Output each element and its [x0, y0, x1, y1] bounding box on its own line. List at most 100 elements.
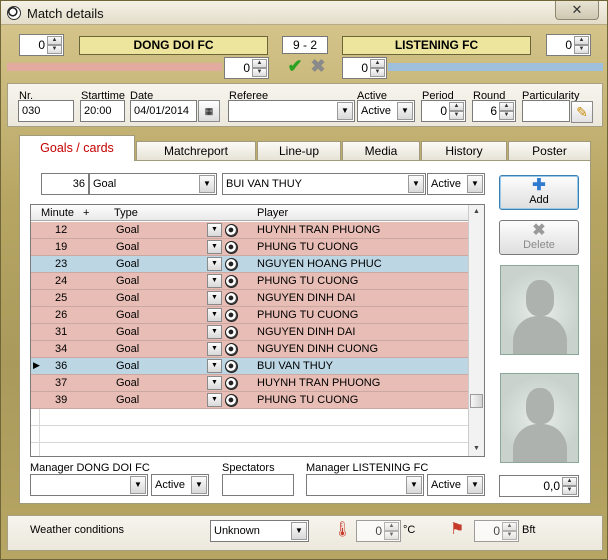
spin-down-icon[interactable]: ▼: [47, 45, 62, 54]
type-select[interactable]: Goal ▼: [89, 173, 217, 195]
spin-down-icon[interactable]: ▼: [384, 531, 399, 540]
active-select[interactable]: Active ▼: [357, 100, 415, 122]
round-spinner[interactable]: 6 ▲ ▼: [472, 100, 516, 122]
table-row[interactable]: 25 Goal ▼ NGUYEN DINH DAI: [31, 290, 468, 307]
chevron-down-icon[interactable]: ▼: [207, 376, 222, 390]
minute-input[interactable]: 36: [41, 173, 89, 195]
events-grid[interactable]: Minute + Type Player 12 Goal ▼ HUYNH TRAN P…: [30, 204, 485, 457]
away-manager-select[interactable]: ▼: [306, 474, 424, 496]
pencil-icon[interactable]: ✎: [571, 101, 593, 123]
chevron-down-icon[interactable]: ▼: [207, 257, 222, 271]
empty-row[interactable]: [31, 426, 468, 443]
chevron-down-icon[interactable]: ▼: [207, 274, 222, 288]
close-button[interactable]: ✕: [555, 1, 599, 20]
table-row[interactable]: 12 Goal ▼ HUYNH TRAN PHUONG: [31, 222, 468, 239]
particularity-field[interactable]: [522, 100, 570, 122]
away-score-spinner[interactable]: 0 ▲ ▼: [546, 34, 591, 56]
period-spinner[interactable]: 0 ▲ ▼: [421, 100, 466, 122]
weather-select[interactable]: Unknown ▼: [210, 520, 309, 542]
confirm-check-icon[interactable]: ✔: [285, 57, 305, 77]
spin-down-icon[interactable]: ▼: [252, 68, 267, 77]
chevron-down-icon[interactable]: ▼: [291, 522, 307, 540]
scroll-thumb[interactable]: [470, 394, 483, 408]
chevron-down-icon[interactable]: ▼: [207, 342, 222, 356]
table-row[interactable]: 34 Goal ▼ NGUYEN DINH CUONG: [31, 341, 468, 358]
tab-history[interactable]: History: [421, 141, 507, 160]
spin-down-icon[interactable]: ▼: [502, 531, 517, 540]
spin-up-icon[interactable]: ▲: [252, 59, 267, 68]
date-field[interactable]: 04/01/2014: [130, 100, 197, 122]
col-type[interactable]: Type: [114, 207, 138, 219]
home-subscore-spinner[interactable]: 0 ▲ ▼: [224, 57, 269, 79]
chevron-down-icon[interactable]: ▼: [191, 476, 207, 494]
calendar-icon[interactable]: ▦: [198, 100, 220, 122]
away-manager-status[interactable]: Active ▼: [427, 474, 485, 496]
table-row[interactable]: 24 Goal ▼ PHUNG TU CUONG: [31, 273, 468, 290]
chevron-down-icon[interactable]: ▼: [207, 325, 222, 339]
home-score-spinner[interactable]: 0 ▲ ▼: [19, 34, 64, 56]
starttime-field[interactable]: 20:00: [80, 100, 125, 122]
table-row[interactable]: 37 Goal ▼ HUYNH TRAN PHUONG: [31, 375, 468, 392]
cancel-x-icon[interactable]: ✖: [308, 57, 328, 77]
nr-field[interactable]: 030: [18, 100, 74, 122]
scroll-up-icon[interactable]: ▲: [469, 205, 484, 219]
chevron-down-icon[interactable]: ▼: [207, 223, 222, 237]
col-player[interactable]: Player: [257, 207, 288, 219]
delete-button[interactable]: ✖ Delete: [499, 220, 579, 255]
status-select[interactable]: Active ▼: [427, 173, 485, 195]
spin-up-icon[interactable]: ▲: [574, 36, 589, 45]
spin-up-icon[interactable]: ▲: [449, 102, 464, 111]
chevron-down-icon[interactable]: ▼: [467, 175, 483, 193]
scroll-down-icon[interactable]: ▼: [469, 442, 484, 456]
temperature-spinner[interactable]: 0 ▲ ▼: [356, 520, 401, 542]
spin-up-icon[interactable]: ▲: [562, 477, 577, 486]
home-manager-select[interactable]: ▼: [30, 474, 148, 496]
spin-down-icon[interactable]: ▼: [449, 111, 464, 120]
spin-down-icon[interactable]: ▼: [562, 486, 577, 495]
spin-up-icon[interactable]: ▲: [47, 36, 62, 45]
empty-row[interactable]: [31, 409, 468, 426]
spin-up-icon[interactable]: ▲: [384, 522, 399, 531]
spin-down-icon[interactable]: ▼: [499, 111, 514, 120]
player-select[interactable]: BUI VAN THUY ▼: [222, 173, 426, 195]
chevron-down-icon[interactable]: ▼: [408, 175, 424, 193]
col-minute[interactable]: Minute: [41, 207, 74, 219]
grid-scrollbar[interactable]: ▲ ▼: [468, 205, 484, 456]
table-row[interactable]: 23 Goal ▼ NGUYEN HOANG PHUC: [31, 256, 468, 273]
chevron-down-icon[interactable]: ▼: [199, 175, 215, 193]
add-button[interactable]: ✚ Add: [499, 175, 579, 210]
chevron-down-icon[interactable]: ▼: [207, 393, 222, 407]
chevron-down-icon[interactable]: ▼: [130, 476, 146, 494]
spin-down-icon[interactable]: ▼: [574, 45, 589, 54]
table-row[interactable]: 26 Goal ▼ PHUNG TU CUONG: [31, 307, 468, 324]
spin-down-icon[interactable]: ▼: [370, 68, 385, 77]
chevron-down-icon[interactable]: ▼: [337, 102, 353, 120]
table-row[interactable]: 19 Goal ▼ PHUNG TU CUONG: [31, 239, 468, 256]
chevron-down-icon[interactable]: ▼: [467, 476, 483, 494]
tab-poster[interactable]: Poster: [508, 141, 591, 160]
tab-media[interactable]: Media: [342, 141, 420, 160]
chevron-down-icon[interactable]: ▼: [207, 308, 222, 322]
table-row[interactable]: ▶ 36 Goal ▼ BUI VAN THUY: [31, 358, 468, 375]
table-row[interactable]: 31 Goal ▼ NGUYEN DINH DAI: [31, 324, 468, 341]
chevron-down-icon[interactable]: ▼: [207, 240, 222, 254]
spin-up-icon[interactable]: ▲: [499, 102, 514, 111]
spin-up-icon[interactable]: ▲: [502, 522, 517, 531]
away-subscore-spinner[interactable]: 0 ▲ ▼: [342, 57, 387, 79]
rating-spinner[interactable]: 0,0 ▲ ▼: [499, 475, 579, 497]
spectators-field[interactable]: [222, 474, 294, 496]
table-row[interactable]: 39 Goal ▼ PHUNG TU CUONG: [31, 392, 468, 409]
referee-select[interactable]: ▼: [228, 100, 355, 122]
tab-matchreport[interactable]: Matchreport: [136, 141, 256, 160]
spin-up-icon[interactable]: ▲: [370, 59, 385, 68]
home-manager-status[interactable]: Active ▼: [151, 474, 209, 496]
chevron-down-icon[interactable]: ▼: [207, 359, 222, 373]
empty-row[interactable]: [31, 443, 468, 456]
chevron-down-icon[interactable]: ▼: [207, 291, 222, 305]
tab-goals-cards[interactable]: Goals / cards: [19, 135, 135, 161]
col-plus[interactable]: +: [83, 207, 89, 219]
tab-line-up[interactable]: Line-up: [257, 141, 341, 160]
wind-spinner[interactable]: 0 ▲ ▼: [474, 520, 519, 542]
chevron-down-icon[interactable]: ▼: [397, 102, 413, 120]
chevron-down-icon[interactable]: ▼: [406, 476, 422, 494]
